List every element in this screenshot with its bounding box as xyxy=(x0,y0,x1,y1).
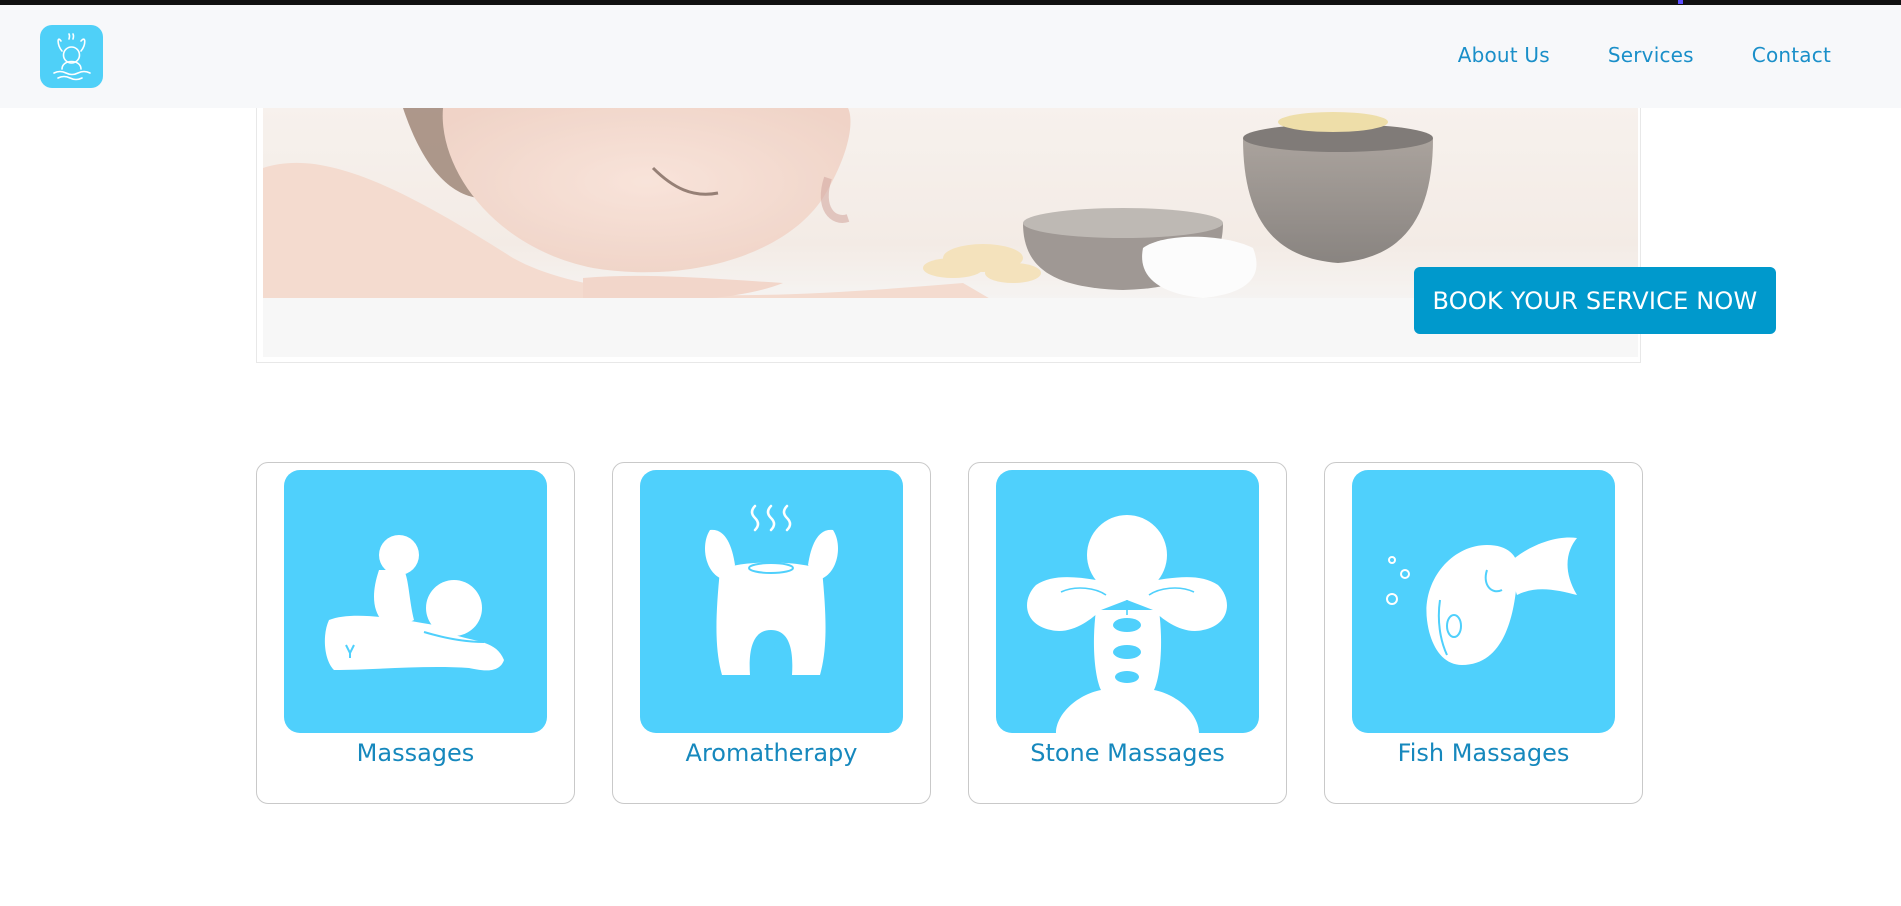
stone-massage-icon xyxy=(996,470,1259,733)
nav-link-about[interactable]: About Us xyxy=(1458,43,1550,67)
hero-banner: BOOK YOUR SERVICE NOW xyxy=(256,108,1776,363)
book-service-button[interactable]: BOOK YOUR SERVICE NOW xyxy=(1414,267,1776,334)
nav-link-contact[interactable]: Contact xyxy=(1752,43,1831,67)
main-nav: About Us Services Contact xyxy=(1458,43,1831,67)
service-card-massages[interactable]: Massages xyxy=(256,462,575,804)
indicator-dot xyxy=(1678,0,1683,4)
fish-massage-icon xyxy=(1352,470,1615,733)
service-card-fish-massages[interactable]: Fish Massages xyxy=(1324,462,1643,804)
services-grid: Massages Aromatherapy Stone Massages Fis… xyxy=(256,462,1643,804)
service-label: Aromatherapy xyxy=(685,739,858,767)
aromatherapy-icon xyxy=(640,470,903,733)
massage-icon xyxy=(284,470,547,733)
service-label: Stone Massages xyxy=(1030,739,1225,767)
service-label: Massages xyxy=(356,739,475,767)
navbar: About Us Services Contact xyxy=(0,5,1901,108)
nav-link-services[interactable]: Services xyxy=(1608,43,1694,67)
service-label: Fish Massages xyxy=(1397,739,1570,767)
spa-bunny-logo-icon[interactable] xyxy=(40,25,103,88)
service-card-stone-massages[interactable]: Stone Massages xyxy=(968,462,1287,804)
service-card-aromatherapy[interactable]: Aromatherapy xyxy=(612,462,931,804)
